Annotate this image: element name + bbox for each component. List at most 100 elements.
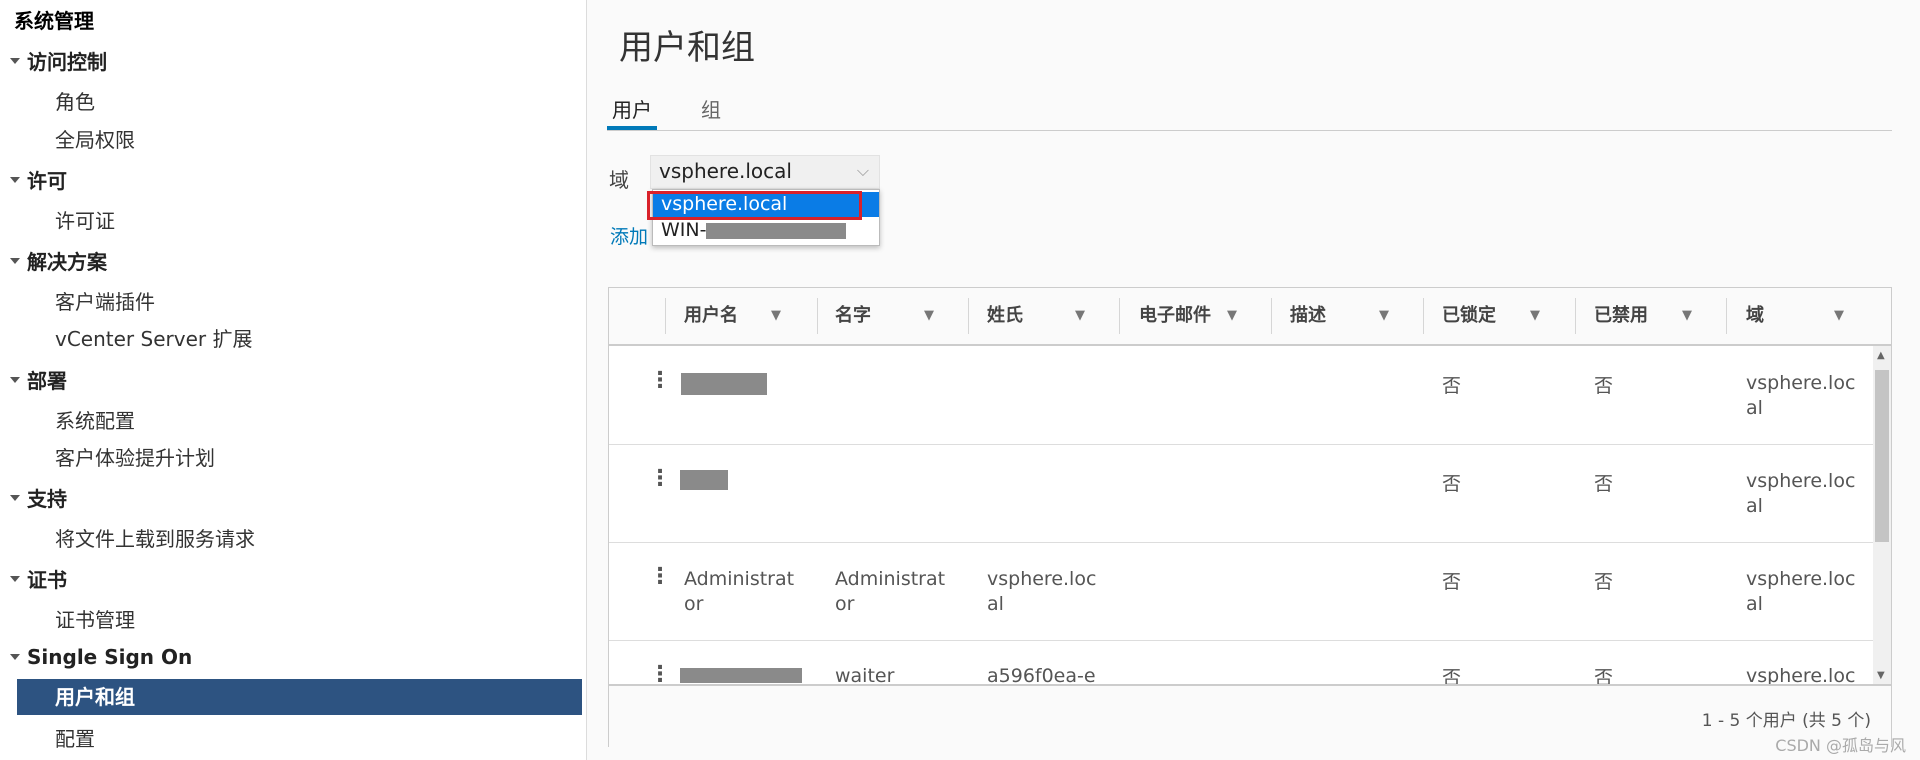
- scroll-up-icon[interactable]: ▲: [1877, 350, 1885, 361]
- cell-disabled: 否: [1594, 571, 1614, 593]
- filter-icon[interactable]: ▼: [924, 288, 934, 344]
- filter-icon[interactable]: ▼: [1530, 288, 1540, 344]
- sidebar-item-roles[interactable]: 角色: [55, 86, 95, 115]
- cell-first-name: Administrat or: [835, 568, 946, 615]
- sidebar-section-licensing[interactable]: 许可: [10, 165, 67, 194]
- table-row: ⋮ waiter a596f0ea-e 否 否 vsphere.loc: [609, 640, 1873, 684]
- filter-icon[interactable]: ▼: [1834, 288, 1844, 344]
- sidebar-item-vcenter-extensions[interactable]: vCenter Server 扩展: [55, 323, 252, 352]
- sidebar-section-sso[interactable]: Single Sign On: [10, 645, 192, 669]
- sidebar-section-label: Single Sign On: [27, 645, 193, 669]
- column-separator: [1423, 298, 1424, 334]
- row-actions-icon[interactable]: ⋮: [649, 662, 671, 684]
- chevron-down-icon: [10, 654, 20, 660]
- column-header-username[interactable]: 用户名: [684, 288, 738, 344]
- highlight-box: [647, 191, 862, 220]
- sidebar-item-licenses[interactable]: 许可证: [55, 205, 115, 234]
- sidebar-item-configuration[interactable]: 配置: [55, 723, 95, 752]
- add-user-link[interactable]: 添加: [610, 222, 648, 249]
- table-row: ⋮ 否 否 vsphere.loc al: [609, 444, 1873, 543]
- pagination-summary: 1 - 5 个用户 (共 5 个): [1701, 711, 1871, 731]
- chevron-down-icon: [10, 494, 20, 501]
- sidebar-item-system-config[interactable]: 系统配置: [55, 405, 135, 434]
- column-separator: [1119, 298, 1120, 334]
- filter-icon[interactable]: ▼: [1075, 288, 1085, 344]
- column-header-first-name[interactable]: 名字: [835, 288, 871, 344]
- cell-last-name: vsphere.loc al: [987, 568, 1097, 615]
- column-header-disabled[interactable]: 已禁用: [1594, 288, 1648, 344]
- scroll-thumb[interactable]: [1875, 370, 1889, 542]
- tab-users[interactable]: 用户: [612, 94, 652, 123]
- sidebar-item-client-plugins[interactable]: 客户端插件: [55, 286, 155, 315]
- sidebar-item-global-permissions[interactable]: 全局权限: [55, 124, 135, 153]
- users-table: 用户名 ▼ 名字 ▼ 姓氏 ▼ 电子邮件 ▼ 描述 ▼ 已锁定 ▼ 已禁用 ▼ …: [608, 287, 1892, 748]
- chevron-down-icon: [10, 575, 20, 582]
- sidebar-item-ceip[interactable]: 客户体验提升计划: [55, 442, 215, 471]
- tab-groups[interactable]: 组: [701, 94, 721, 123]
- redacted-username: [680, 470, 728, 490]
- cell-locked: 否: [1442, 375, 1462, 397]
- column-separator: [968, 298, 969, 334]
- table-row: ⋮ Administrat or Administrat or vsphere.…: [609, 542, 1873, 641]
- tab-bar: 用户 组: [607, 90, 1892, 131]
- page-title: 用户和组: [619, 28, 755, 68]
- cell-first-name: waiter: [835, 665, 895, 684]
- filter-icon[interactable]: ▼: [1379, 288, 1389, 344]
- cell-disabled: 否: [1594, 667, 1614, 684]
- sidebar-section-solutions[interactable]: 解决方案: [10, 246, 107, 275]
- domain-option-vsphere[interactable]: vsphere.local: [647, 191, 879, 220]
- column-separator: [1726, 298, 1727, 334]
- row-actions-icon[interactable]: ⋮: [649, 564, 671, 589]
- sidebar-title: 系统管理: [14, 9, 94, 33]
- cell-domain: vsphere.loc al: [1746, 568, 1856, 615]
- domain-select[interactable]: vsphere.local ⌵: [650, 155, 880, 189]
- column-header-domain[interactable]: 域: [1746, 288, 1764, 344]
- cell-domain: vsphere.loc al: [1746, 372, 1856, 419]
- sidebar-section-label: 解决方案: [27, 250, 107, 274]
- filter-icon[interactable]: ▼: [1227, 288, 1237, 344]
- column-separator: [665, 298, 666, 334]
- table-scrollbar[interactable]: ▲ ▼: [1873, 346, 1891, 686]
- column-header-locked[interactable]: 已锁定: [1442, 288, 1496, 344]
- sidebar-item-users-and-groups[interactable]: 用户和组: [17, 679, 582, 715]
- row-actions-icon[interactable]: ⋮: [649, 368, 671, 393]
- active-tab-indicator: [607, 126, 657, 130]
- row-actions-icon[interactable]: ⋮: [649, 466, 671, 491]
- sidebar-section-label: 部署: [27, 369, 67, 393]
- cell-username: Administrat or: [684, 568, 795, 615]
- watermark: CSDN @孤岛与风: [1775, 736, 1906, 755]
- cell-disabled: 否: [1594, 375, 1614, 397]
- domain-option-win[interactable]: WIN-: [653, 218, 879, 243]
- sidebar-item-certificate-management[interactable]: 证书管理: [55, 604, 135, 633]
- scroll-down-icon[interactable]: ▼: [1877, 670, 1885, 681]
- filter-icon[interactable]: ▼: [1682, 288, 1692, 344]
- filter-icon[interactable]: ▼: [771, 288, 781, 344]
- chevron-down-icon: [10, 57, 20, 64]
- column-header-email[interactable]: 电子邮件: [1139, 288, 1211, 344]
- chevron-down-icon: [10, 176, 20, 183]
- cell-domain: vsphere.loc al: [1746, 470, 1856, 517]
- domain-option-label: WIN-: [661, 219, 707, 241]
- main-content: 用户和组 用户 组 域 vsphere.local ⌵ vsphere.loca…: [587, 0, 1920, 760]
- chevron-down-icon: [10, 257, 20, 264]
- sidebar-section-access-control[interactable]: 访问控制: [10, 46, 107, 75]
- domain-label: 域: [609, 168, 629, 192]
- sidebar-section-deployment[interactable]: 部署: [10, 365, 67, 394]
- sidebar-section-support[interactable]: 支持: [10, 483, 67, 512]
- sidebar-section-label: 许可: [27, 169, 67, 193]
- column-header-description[interactable]: 描述: [1290, 288, 1326, 344]
- sidebar-section-certificates[interactable]: 证书: [10, 564, 67, 593]
- chevron-down-icon: [10, 376, 20, 383]
- column-separator: [1271, 298, 1272, 334]
- redacted-username: [681, 373, 767, 395]
- cell-last-name: a596f0ea-e: [987, 665, 1096, 684]
- redacted-username: [680, 668, 802, 683]
- sidebar-section-label: 访问控制: [27, 50, 107, 74]
- table-footer: 1 - 5 个用户 (共 5 个): [609, 684, 1891, 748]
- column-header-last-name[interactable]: 姓氏: [987, 288, 1023, 344]
- domain-select-value: vsphere.local: [659, 159, 792, 183]
- cell-disabled: 否: [1594, 473, 1614, 495]
- cell-locked: 否: [1442, 473, 1462, 495]
- cell-domain: vsphere.loc: [1746, 665, 1856, 684]
- sidebar-item-upload-file[interactable]: 将文件上载到服务请求: [55, 523, 255, 552]
